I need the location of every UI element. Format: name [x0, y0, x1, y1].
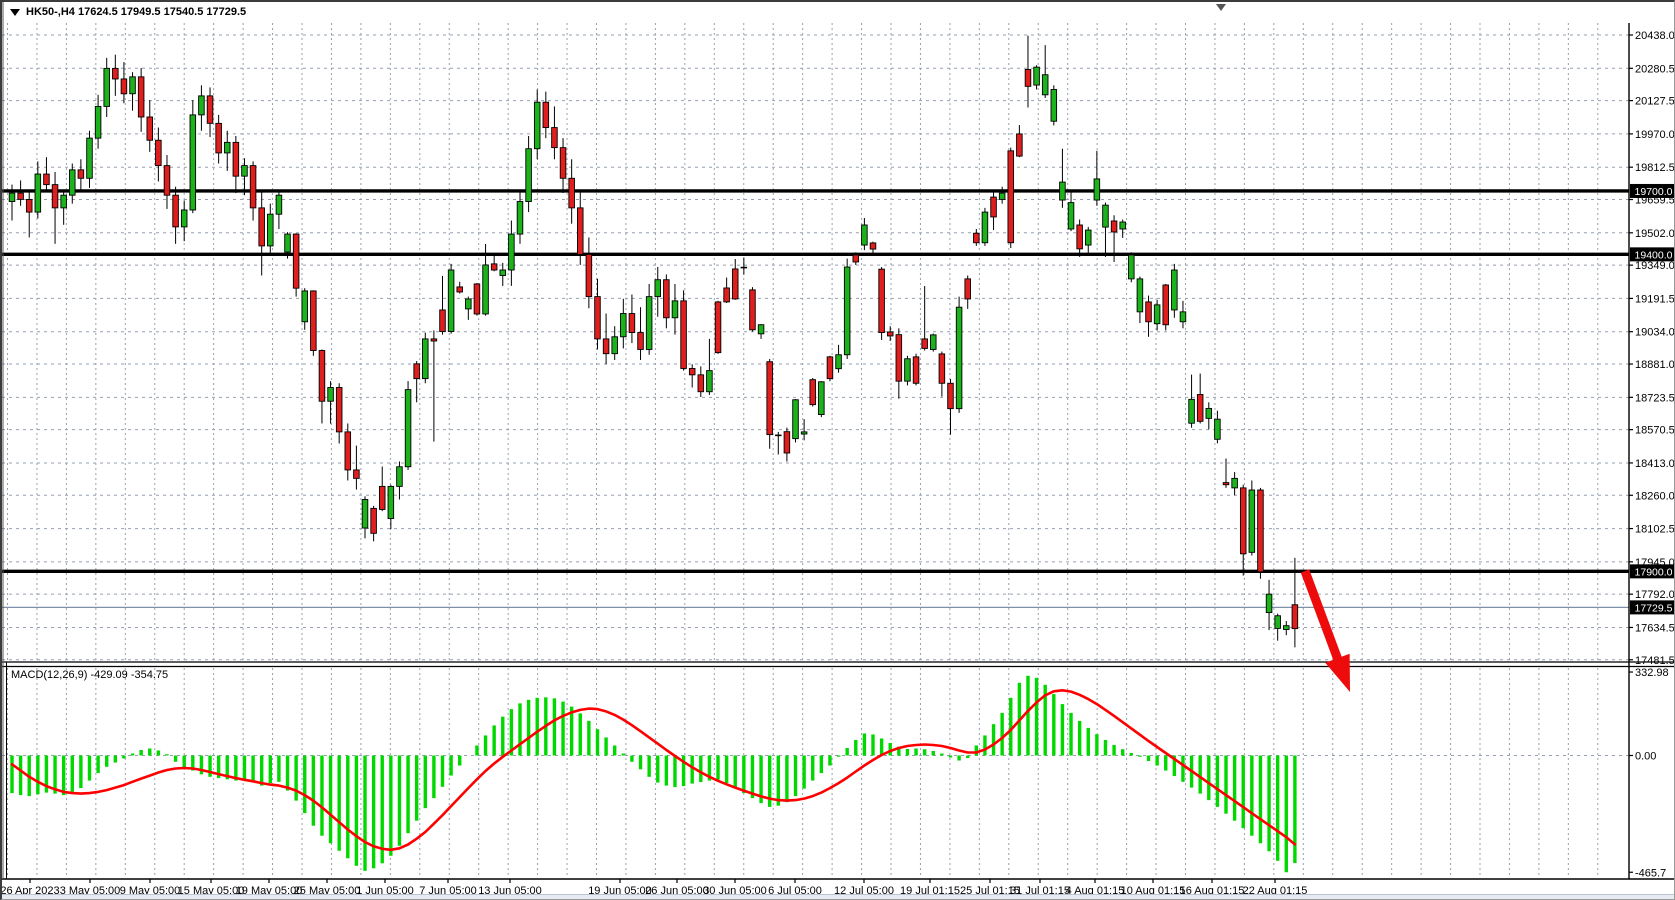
svg-text:20127.5: 20127.5	[1635, 96, 1675, 108]
candlestick-chart[interactable]: 20438.020280.520127.519970.019812.519659…	[2, 2, 1675, 897]
svg-text:20280.5: 20280.5	[1635, 63, 1675, 75]
svg-text:19502.0: 19502.0	[1635, 228, 1675, 240]
svg-text:18881.0: 18881.0	[1635, 359, 1675, 371]
svg-text:19970.0: 19970.0	[1635, 129, 1675, 141]
symbol-dropdown-icon[interactable]	[10, 9, 20, 16]
svg-text:19400.0: 19400.0	[1635, 249, 1673, 261]
chart-title-bar: HK50-,H4 17624.5 17949.5 17540.5 17729.5	[10, 4, 246, 20]
svg-text:17900.0: 17900.0	[1635, 566, 1673, 578]
svg-text:19034.0: 19034.0	[1635, 327, 1675, 339]
chart-window: HK50-,H4 17624.5 17949.5 17540.5 17729.5…	[0, 0, 1675, 900]
svg-text:0.00: 0.00	[1635, 751, 1656, 763]
chart-title: HK50-,H4 17624.5 17949.5 17540.5 17729.5	[26, 6, 246, 18]
svg-text:18413.0: 18413.0	[1635, 458, 1675, 470]
svg-text:20438.0: 20438.0	[1635, 30, 1675, 42]
macd-indicator-label: MACD(12,26,9) -429.09 -354.75	[11, 669, 168, 681]
svg-text:17634.5: 17634.5	[1635, 622, 1675, 634]
svg-text:19812.5: 19812.5	[1635, 162, 1675, 174]
svg-text:19349.0: 19349.0	[1635, 260, 1675, 272]
svg-text:-465.7: -465.7	[1635, 867, 1666, 879]
bottom-strip	[2, 894, 1674, 899]
svg-text:17481.5: 17481.5	[1635, 655, 1675, 667]
svg-text:18102.5: 18102.5	[1635, 524, 1675, 536]
svg-text:17729.5: 17729.5	[1635, 602, 1673, 614]
svg-text:19191.5: 19191.5	[1635, 293, 1675, 305]
svg-text:18260.0: 18260.0	[1635, 490, 1675, 502]
svg-text:18723.5: 18723.5	[1635, 392, 1675, 404]
svg-text:17792.0: 17792.0	[1635, 589, 1675, 601]
svg-text:332.98: 332.98	[1635, 667, 1669, 679]
svg-text:19700.0: 19700.0	[1635, 186, 1673, 198]
svg-text:18570.5: 18570.5	[1635, 425, 1675, 437]
